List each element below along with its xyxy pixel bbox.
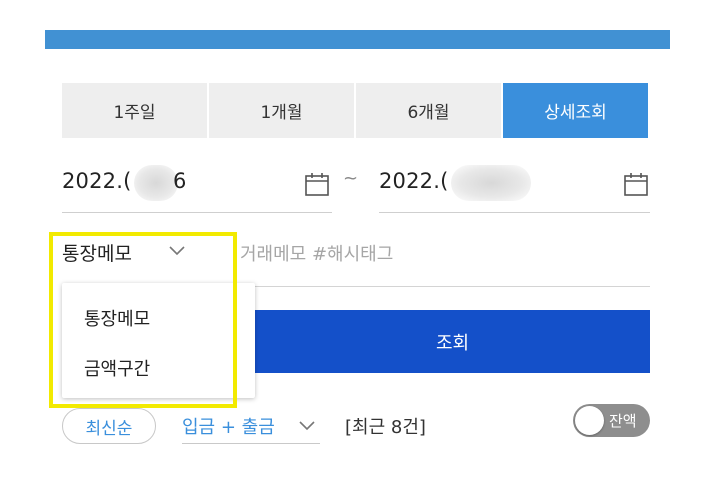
end-date-text: 2022.( bbox=[379, 169, 449, 193]
memo-search-row: 통장메모 bbox=[62, 233, 650, 287]
search-button-label: 조회 bbox=[435, 332, 470, 354]
filter-underline bbox=[182, 443, 320, 444]
tab-detailed-search[interactable]: 상세조회 bbox=[503, 83, 648, 138]
sort-label: 최신순 bbox=[85, 418, 133, 439]
balance-toggle-label: 잔액 bbox=[609, 412, 637, 430]
period-tabs: 1주일 1개월 6개월 상세조회 bbox=[62, 83, 648, 138]
dropdown-option-bank-memo[interactable]: 통장메모 bbox=[84, 305, 150, 331]
redacted-blur bbox=[134, 165, 178, 201]
sort-button[interactable]: 최신순 bbox=[62, 408, 156, 444]
top-accent-bar bbox=[45, 30, 670, 49]
memo-type-select[interactable]: 통장메모 bbox=[62, 239, 132, 266]
calendar-icon[interactable] bbox=[623, 171, 649, 197]
end-date-field[interactable]: 2022.( bbox=[379, 155, 650, 213]
result-count: [최근 8건] bbox=[345, 417, 426, 438]
start-date-suffix: 6 bbox=[173, 169, 187, 193]
dropdown-option-amount-range[interactable]: 금액구간 bbox=[84, 355, 150, 381]
tab-1-month[interactable]: 1개월 bbox=[209, 83, 354, 138]
calendar-icon[interactable] bbox=[304, 171, 330, 197]
date-range-separator: ~ bbox=[343, 168, 359, 189]
tab-6-months[interactable]: 6개월 bbox=[356, 83, 501, 138]
toggle-knob[interactable] bbox=[575, 406, 604, 435]
redacted-blur bbox=[451, 165, 531, 201]
search-button[interactable]: 조회 bbox=[255, 310, 650, 373]
tab-1-week[interactable]: 1주일 bbox=[62, 83, 207, 138]
balance-toggle[interactable]: 잔액 bbox=[573, 404, 650, 437]
transaction-type-filter[interactable]: 입금 + 출금 bbox=[182, 413, 275, 439]
start-date-field[interactable]: 2022.( 6 bbox=[62, 155, 332, 213]
memo-search-input[interactable] bbox=[240, 239, 640, 269]
start-date-text: 2022.( bbox=[62, 169, 132, 193]
memo-type-dropdown: 통장메모 금액구간 bbox=[62, 283, 255, 398]
chevron-down-icon[interactable] bbox=[298, 420, 316, 432]
chevron-down-icon[interactable] bbox=[168, 245, 186, 257]
